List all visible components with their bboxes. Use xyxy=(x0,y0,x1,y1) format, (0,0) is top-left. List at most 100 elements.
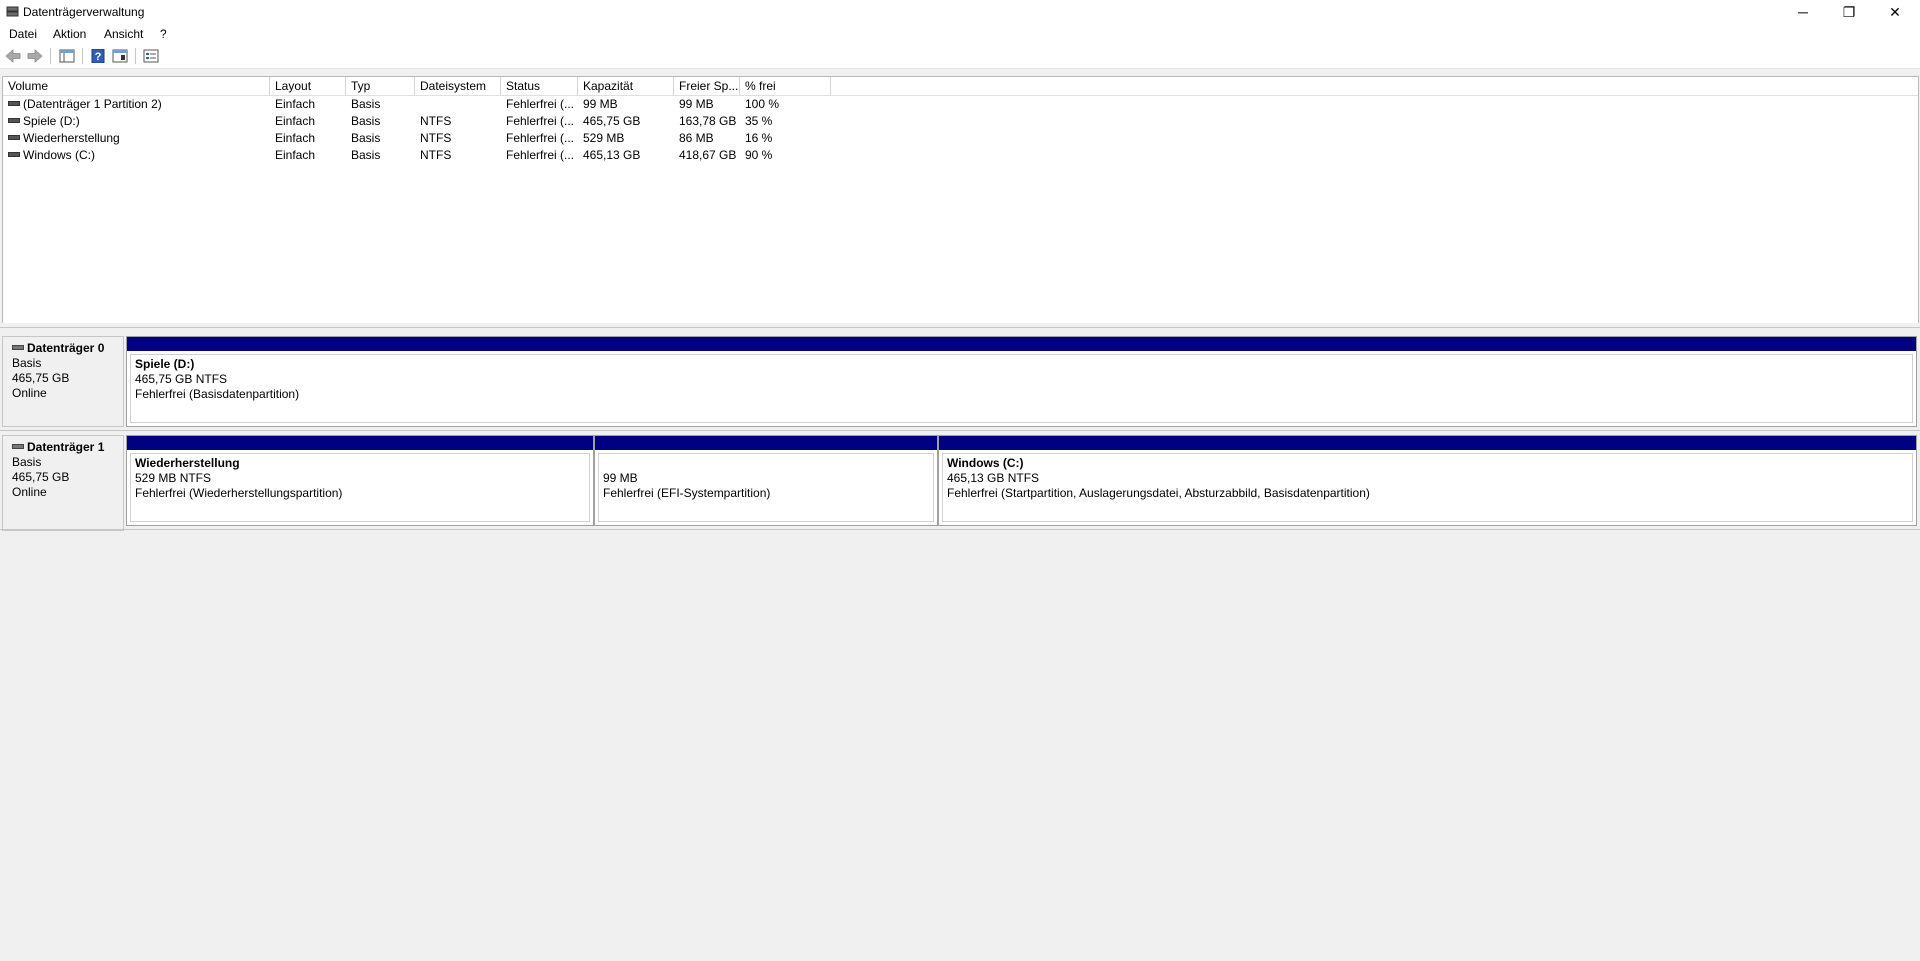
cell-prozent-frei: 90 % xyxy=(745,148,773,162)
partition-bar xyxy=(127,436,593,450)
table-row[interactable]: (Datenträger 1 Partition 2) Einfach Basi… xyxy=(3,96,1918,113)
disk-type: Basis xyxy=(12,455,42,469)
partition-size: 465,13 GB NTFS xyxy=(947,471,1040,485)
cell-layout: Einfach xyxy=(275,131,316,145)
column-header-kapazitaet[interactable]: Kapazität xyxy=(578,77,674,95)
window-title: Datenträgerverwaltung xyxy=(23,5,145,19)
partition-spiele[interactable]: Spiele (D:) 465,75 GB NTFS Fehlerfrei (B… xyxy=(126,336,1917,427)
disk-icon xyxy=(12,345,24,351)
column-header-status[interactable]: Status xyxy=(501,77,578,95)
menu-help[interactable]: ? xyxy=(160,27,167,41)
disk-size: 465,75 GB xyxy=(12,371,70,385)
volume-list[interactable]: Volume Layout Typ Dateisystem Status Kap… xyxy=(2,76,1919,325)
partition-body: Windows (C:) 465,13 GB NTFS Fehlerfrei (… xyxy=(942,453,1913,522)
disk-state: Online xyxy=(12,485,47,499)
toolbar-separator xyxy=(82,48,83,64)
disk-1-panel: Datenträger 1 Basis 465,75 GB Online Wie… xyxy=(2,435,1917,531)
menu-bar: Datei Aktion Ansicht ? xyxy=(0,24,1920,44)
disk-management-app-icon xyxy=(6,6,19,17)
cell-typ: Basis xyxy=(351,148,381,162)
volume-icon xyxy=(8,101,20,107)
cell-kapazitaet: 465,13 GB xyxy=(583,148,641,162)
cell-kapazitaet: 529 MB xyxy=(583,131,625,145)
cell-kapazitaet: 99 MB xyxy=(583,97,618,111)
title-bar: Datenträgerverwaltung ─ ❐ ✕ xyxy=(0,0,1920,24)
divider xyxy=(0,529,1920,530)
volume-icon xyxy=(8,152,20,158)
cell-freier-speicher: 163,78 GB xyxy=(679,114,737,128)
partition-size: 99 MB xyxy=(603,471,638,485)
cell-freier-speicher: 99 MB xyxy=(679,97,714,111)
partition-wiederherstellung[interactable]: Wiederherstellung 529 MB NTFS Fehlerfrei… xyxy=(126,435,594,526)
cell-status: Fehlerfrei (... xyxy=(506,97,575,111)
table-row[interactable]: Windows (C:) Einfach Basis NTFS Fehlerfr… xyxy=(3,147,1918,164)
cell-layout: Einfach xyxy=(275,114,316,128)
menu-datei[interactable]: Datei xyxy=(9,27,37,41)
volume-icon xyxy=(8,118,20,124)
properties-icon[interactable] xyxy=(143,49,159,63)
column-header-prozent-frei[interactable]: % frei xyxy=(740,77,831,95)
disk-1-label[interactable]: Datenträger 1 Basis 465,75 GB Online xyxy=(2,435,124,531)
cell-prozent-frei: 16 % xyxy=(745,131,773,145)
toolbar: ? xyxy=(0,44,1920,69)
cell-dateisystem: NTFS xyxy=(420,131,452,145)
cell-prozent-frei: 100 % xyxy=(745,97,780,111)
partition-efi[interactable]: 99 MB Fehlerfrei (EFI-Systempartition) xyxy=(594,435,938,526)
cell-dateisystem xyxy=(415,96,501,113)
volume-name: (Datenträger 1 Partition 2) xyxy=(23,97,162,111)
partition-body: Wiederherstellung 529 MB NTFS Fehlerfrei… xyxy=(130,453,590,522)
disk-type: Basis xyxy=(12,356,42,370)
help-icon[interactable]: ? xyxy=(90,49,106,63)
partition-status: Fehlerfrei (Startpartition, Auslagerungs… xyxy=(947,486,1370,500)
cell-volume: Wiederherstellung xyxy=(3,130,270,147)
cell-typ: Basis xyxy=(351,114,381,128)
column-header-freier-speicher[interactable]: Freier Sp... xyxy=(674,77,740,95)
partition-status: Fehlerfrei (Wiederherstellungspartition) xyxy=(135,486,343,500)
forward-arrow-icon[interactable] xyxy=(27,49,43,63)
partition-status: Fehlerfrei (Basisdatenpartition) xyxy=(135,387,300,401)
disk-size: 465,75 GB xyxy=(12,470,70,484)
volume-icon xyxy=(8,135,20,141)
column-header-volume[interactable]: Volume xyxy=(3,77,270,95)
partition-bar xyxy=(939,436,1916,450)
cell-status: Fehlerfrei (... xyxy=(506,148,575,162)
table-row[interactable]: Spiele (D:) Einfach Basis NTFS Fehlerfre… xyxy=(3,113,1918,130)
partition-name: Spiele (D:) xyxy=(135,357,195,371)
show-hide-icon[interactable] xyxy=(112,49,128,63)
restore-button[interactable]: ❐ xyxy=(1826,0,1872,24)
partition-name: Wiederherstellung xyxy=(135,456,240,470)
cell-layout: Einfach xyxy=(275,148,316,162)
partition-windows[interactable]: Windows (C:) 465,13 GB NTFS Fehlerfrei (… xyxy=(938,435,1917,526)
disk-name: Datenträger 0 xyxy=(27,341,105,355)
disk-icon xyxy=(12,444,24,450)
disk-state: Online xyxy=(12,386,47,400)
divider xyxy=(0,327,1920,328)
partition-size: 529 MB NTFS xyxy=(135,471,212,485)
disk-0-label[interactable]: Datenträger 0 Basis 465,75 GB Online xyxy=(2,336,124,427)
cell-kapazitaet: 465,75 GB xyxy=(583,114,641,128)
column-header-typ[interactable]: Typ xyxy=(346,77,415,95)
volume-name: Wiederherstellung xyxy=(23,131,120,145)
column-header-layout[interactable]: Layout xyxy=(270,77,346,95)
table-row[interactable]: Wiederherstellung Einfach Basis NTFS Feh… xyxy=(3,130,1918,147)
cell-typ: Basis xyxy=(351,97,381,111)
cell-volume: Windows (C:) xyxy=(3,147,270,164)
toolbar-separator xyxy=(50,48,51,64)
partition-bar xyxy=(127,337,1916,351)
volume-name: Spiele (D:) xyxy=(23,114,80,128)
cell-prozent-frei: 35 % xyxy=(745,114,773,128)
partition-body: 99 MB Fehlerfrei (EFI-Systempartition) xyxy=(598,453,934,522)
divider xyxy=(0,430,1920,431)
cell-dateisystem: NTFS xyxy=(420,114,452,128)
column-header-dateisystem[interactable]: Dateisystem xyxy=(415,77,501,95)
console-tree-icon[interactable] xyxy=(59,49,75,63)
disk-0-panel: Datenträger 0 Basis 465,75 GB Online Spi… xyxy=(2,336,1917,427)
cell-freier-speicher: 86 MB xyxy=(679,131,714,145)
menu-aktion[interactable]: Aktion xyxy=(53,27,86,41)
back-arrow-icon[interactable] xyxy=(5,49,21,63)
cell-typ: Basis xyxy=(351,131,381,145)
minimize-button[interactable]: ─ xyxy=(1780,0,1826,24)
menu-ansicht[interactable]: Ansicht xyxy=(104,27,143,41)
cell-dateisystem: NTFS xyxy=(420,148,452,162)
close-button[interactable]: ✕ xyxy=(1872,0,1918,24)
